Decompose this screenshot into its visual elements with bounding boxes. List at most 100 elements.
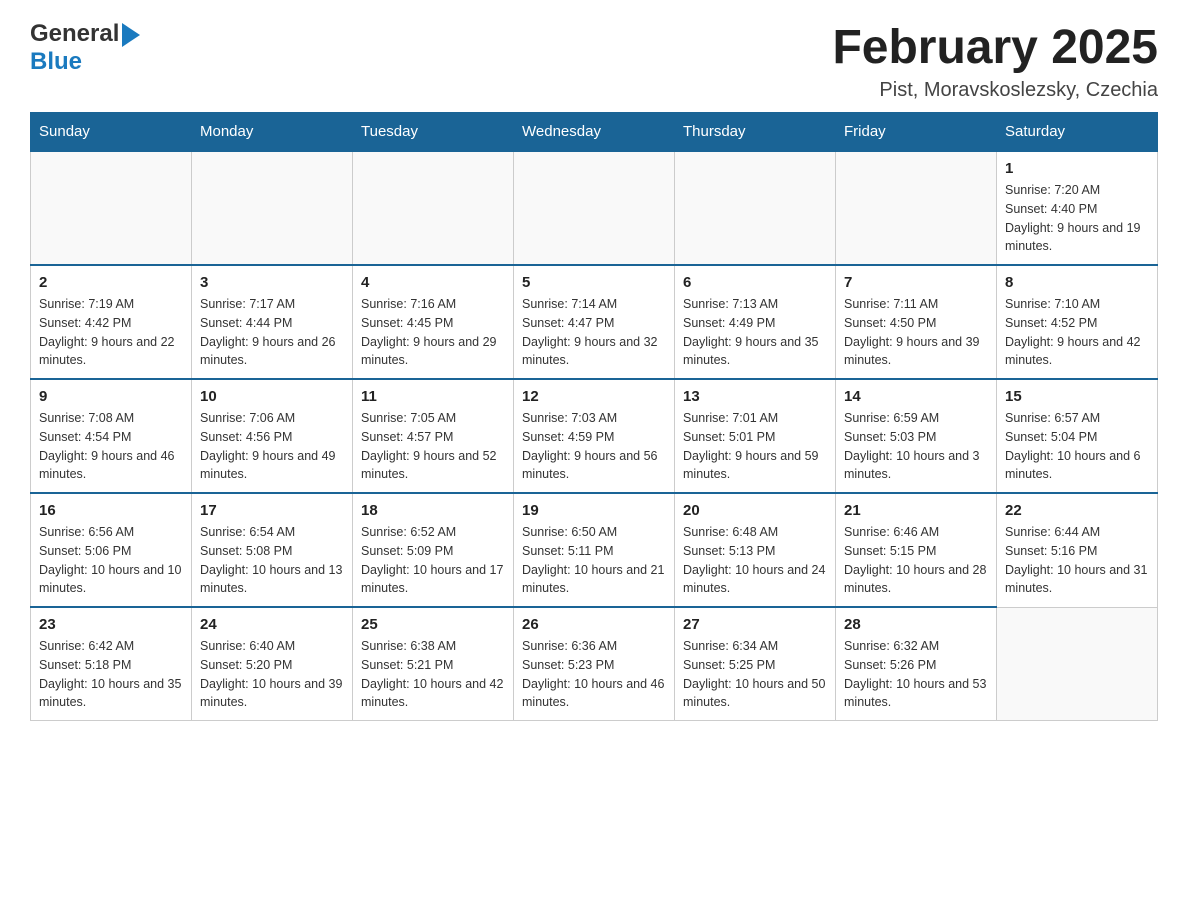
calendar-cell: 14 Sunrise: 6:59 AMSunset: 5:03 PMDayligh… bbox=[836, 379, 997, 493]
month-title: February 2025 bbox=[832, 20, 1158, 75]
location-title: Pist, Moravskoslezsky, Czechia bbox=[832, 79, 1158, 102]
calendar-cell: 3Sunrise: 7:17 AMSunset: 4:44 PMDaylight… bbox=[192, 265, 353, 379]
calendar-cell: 1 Sunrise: 7:20 AMSunset: 4:40 PMDaylight… bbox=[997, 151, 1158, 265]
day-info: Sunrise: 7:10 AMSunset: 4:52 PMDaylight:… bbox=[1005, 295, 1149, 370]
day-number: 21 bbox=[844, 502, 988, 519]
calendar-header-sunday: Sunday bbox=[31, 113, 192, 152]
day-number: 12 bbox=[522, 388, 666, 405]
day-number: 13 bbox=[683, 388, 827, 405]
day-info: Sunrise: 7:13 AMSunset: 4:49 PMDaylight:… bbox=[683, 295, 827, 370]
day-info: Sunrise: 7:05 AMSunset: 4:57 PMDaylight:… bbox=[361, 409, 505, 484]
day-number: 26 bbox=[522, 616, 666, 633]
day-number: 1 bbox=[1005, 160, 1149, 177]
day-info: Sunrise: 7:11 AMSunset: 4:50 PMDaylight:… bbox=[844, 295, 988, 370]
calendar-cell bbox=[31, 151, 192, 265]
day-info: Sunrise: 6:42 AMSunset: 5:18 PMDaylight:… bbox=[39, 637, 183, 712]
calendar-header-saturday: Saturday bbox=[997, 113, 1158, 152]
logo-general-text: General bbox=[30, 20, 119, 48]
logo-line: General bbox=[30, 20, 140, 48]
calendar-cell bbox=[353, 151, 514, 265]
day-info: Sunrise: 6:40 AMSunset: 5:20 PMDaylight:… bbox=[200, 637, 344, 712]
day-number: 24 bbox=[200, 616, 344, 633]
day-info: Sunrise: 6:52 AMSunset: 5:09 PMDaylight:… bbox=[361, 523, 505, 598]
logo-blue-line: Blue bbox=[30, 48, 82, 76]
calendar-header-row: SundayMondayTuesdayWednesdayThursdayFrid… bbox=[31, 113, 1158, 152]
day-number: 22 bbox=[1005, 502, 1149, 519]
calendar-cell: 27 Sunrise: 6:34 AMSunset: 5:25 PMDayligh… bbox=[675, 607, 836, 721]
day-info: Sunrise: 6:50 AMSunset: 5:11 PMDaylight:… bbox=[522, 523, 666, 598]
calendar-week-row: 23 Sunrise: 6:42 AMSunset: 5:18 PMDayligh… bbox=[31, 607, 1158, 721]
day-number: 9 bbox=[39, 388, 183, 405]
calendar-week-row: 9 Sunrise: 7:08 AMSunset: 4:54 PMDaylight… bbox=[31, 379, 1158, 493]
day-number: 25 bbox=[361, 616, 505, 633]
calendar-cell bbox=[675, 151, 836, 265]
day-number: 2 bbox=[39, 274, 183, 291]
calendar-cell: 7 Sunrise: 7:11 AMSunset: 4:50 PMDaylight… bbox=[836, 265, 997, 379]
day-info: Sunrise: 6:57 AMSunset: 5:04 PMDaylight:… bbox=[1005, 409, 1149, 484]
day-info: Sunrise: 7:20 AMSunset: 4:40 PMDaylight:… bbox=[1005, 181, 1149, 256]
page-header: General Blue February 2025 Pist, Moravsk… bbox=[30, 20, 1158, 102]
day-info: Sunrise: 7:19 AMSunset: 4:42 PMDaylight:… bbox=[39, 295, 183, 370]
calendar-cell: 17 Sunrise: 6:54 AMSunset: 5:08 PMDayligh… bbox=[192, 493, 353, 607]
day-number: 5 bbox=[522, 274, 666, 291]
day-number: 17 bbox=[200, 502, 344, 519]
day-number: 3 bbox=[200, 274, 344, 291]
logo-blue-text: Blue bbox=[30, 48, 82, 75]
calendar-cell: 23 Sunrise: 6:42 AMSunset: 5:18 PMDayligh… bbox=[31, 607, 192, 721]
day-number: 15 bbox=[1005, 388, 1149, 405]
calendar-cell bbox=[514, 151, 675, 265]
calendar-cell: 2 Sunrise: 7:19 AMSunset: 4:42 PMDaylight… bbox=[31, 265, 192, 379]
day-info: Sunrise: 6:56 AMSunset: 5:06 PMDaylight:… bbox=[39, 523, 183, 598]
calendar-cell bbox=[192, 151, 353, 265]
calendar-cell: 28 Sunrise: 6:32 AMSunset: 5:26 PMDayligh… bbox=[836, 607, 997, 721]
calendar-cell: 22Sunrise: 6:44 AMSunset: 5:16 PMDayligh… bbox=[997, 493, 1158, 607]
calendar-cell: 9 Sunrise: 7:08 AMSunset: 4:54 PMDaylight… bbox=[31, 379, 192, 493]
day-number: 19 bbox=[522, 502, 666, 519]
day-number: 7 bbox=[844, 274, 988, 291]
calendar-header-wednesday: Wednesday bbox=[514, 113, 675, 152]
day-number: 10 bbox=[200, 388, 344, 405]
day-number: 27 bbox=[683, 616, 827, 633]
day-info: Sunrise: 7:14 AMSunset: 4:47 PMDaylight:… bbox=[522, 295, 666, 370]
calendar-cell: 16 Sunrise: 6:56 AMSunset: 5:06 PMDayligh… bbox=[31, 493, 192, 607]
calendar-cell bbox=[836, 151, 997, 265]
day-info: Sunrise: 6:54 AMSunset: 5:08 PMDaylight:… bbox=[200, 523, 344, 598]
calendar-cell: 4Sunrise: 7:16 AMSunset: 4:45 PMDaylight… bbox=[353, 265, 514, 379]
calendar-header-thursday: Thursday bbox=[675, 113, 836, 152]
day-info: Sunrise: 6:46 AMSunset: 5:15 PMDaylight:… bbox=[844, 523, 988, 598]
calendar-header-friday: Friday bbox=[836, 113, 997, 152]
calendar-table: SundayMondayTuesdayWednesdayThursdayFrid… bbox=[30, 112, 1158, 721]
calendar-cell: 18 Sunrise: 6:52 AMSunset: 5:09 PMDayligh… bbox=[353, 493, 514, 607]
calendar-cell: 26 Sunrise: 6:36 AMSunset: 5:23 PMDayligh… bbox=[514, 607, 675, 721]
calendar-cell: 19 Sunrise: 6:50 AMSunset: 5:11 PMDayligh… bbox=[514, 493, 675, 607]
day-number: 23 bbox=[39, 616, 183, 633]
day-number: 20 bbox=[683, 502, 827, 519]
day-info: Sunrise: 6:36 AMSunset: 5:23 PMDaylight:… bbox=[522, 637, 666, 712]
day-number: 8 bbox=[1005, 274, 1149, 291]
calendar-cell: 5 Sunrise: 7:14 AMSunset: 4:47 PMDaylight… bbox=[514, 265, 675, 379]
day-info: Sunrise: 6:38 AMSunset: 5:21 PMDaylight:… bbox=[361, 637, 505, 712]
day-info: Sunrise: 6:59 AMSunset: 5:03 PMDaylight:… bbox=[844, 409, 988, 484]
day-number: 16 bbox=[39, 502, 183, 519]
day-info: Sunrise: 7:08 AMSunset: 4:54 PMDaylight:… bbox=[39, 409, 183, 484]
calendar-cell: 13 Sunrise: 7:01 AMSunset: 5:01 PMDayligh… bbox=[675, 379, 836, 493]
calendar-cell: 6 Sunrise: 7:13 AMSunset: 4:49 PMDaylight… bbox=[675, 265, 836, 379]
day-number: 28 bbox=[844, 616, 988, 633]
calendar-week-row: 16 Sunrise: 6:56 AMSunset: 5:06 PMDayligh… bbox=[31, 493, 1158, 607]
day-info: Sunrise: 7:06 AMSunset: 4:56 PMDaylight:… bbox=[200, 409, 344, 484]
day-info: Sunrise: 7:01 AMSunset: 5:01 PMDaylight:… bbox=[683, 409, 827, 484]
calendar-cell: 15 Sunrise: 6:57 AMSunset: 5:04 PMDayligh… bbox=[997, 379, 1158, 493]
day-info: Sunrise: 7:16 AMSunset: 4:45 PMDaylight:… bbox=[361, 295, 505, 370]
calendar-week-row: 1 Sunrise: 7:20 AMSunset: 4:40 PMDaylight… bbox=[31, 151, 1158, 265]
calendar-week-row: 2 Sunrise: 7:19 AMSunset: 4:42 PMDaylight… bbox=[31, 265, 1158, 379]
day-info: Sunrise: 6:32 AMSunset: 5:26 PMDaylight:… bbox=[844, 637, 988, 712]
day-number: 14 bbox=[844, 388, 988, 405]
day-number: 6 bbox=[683, 274, 827, 291]
calendar-header-monday: Monday bbox=[192, 113, 353, 152]
day-info: Sunrise: 6:34 AMSunset: 5:25 PMDaylight:… bbox=[683, 637, 827, 712]
logo-arrow-icon bbox=[122, 23, 140, 47]
day-info: Sunrise: 7:03 AMSunset: 4:59 PMDaylight:… bbox=[522, 409, 666, 484]
day-number: 18 bbox=[361, 502, 505, 519]
day-info: Sunrise: 6:48 AMSunset: 5:13 PMDaylight:… bbox=[683, 523, 827, 598]
logo: General Blue bbox=[30, 20, 140, 76]
